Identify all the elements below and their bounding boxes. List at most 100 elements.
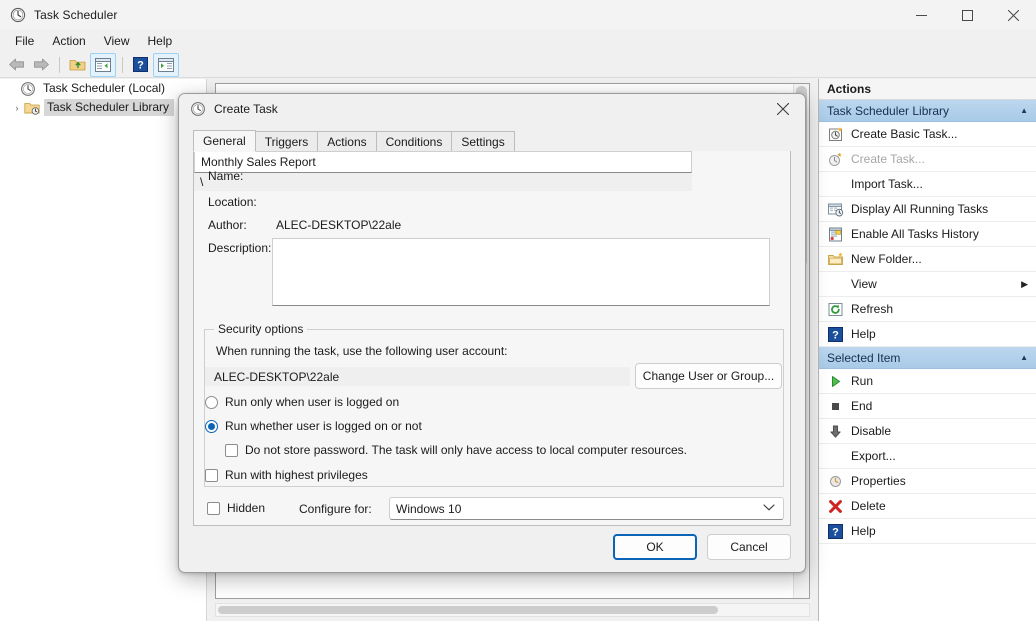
- tab-conditions[interactable]: Conditions: [375, 131, 453, 152]
- tree-item-task-scheduler-library[interactable]: › Task Scheduler Library: [0, 98, 206, 117]
- location-label: Location:: [208, 195, 257, 209]
- name-label: Name:: [208, 169, 244, 183]
- action-import-task[interactable]: Import Task...: [819, 172, 1036, 197]
- action-label: New Folder...: [851, 252, 922, 266]
- tab-general[interactable]: General: [193, 130, 256, 152]
- actions-group-task-scheduler-library[interactable]: Task Scheduler Library ▲: [819, 100, 1036, 122]
- change-user-or-group-button[interactable]: Change User or Group...: [635, 363, 782, 389]
- create-task-dialog: Create Task General Triggers Actions Con…: [178, 93, 806, 573]
- show-hide-action-pane-icon[interactable]: [153, 52, 179, 77]
- actions-pane-header: Actions: [819, 79, 1036, 100]
- action-run[interactable]: Run: [819, 369, 1036, 394]
- chevron-right-icon[interactable]: ›: [10, 103, 24, 113]
- description-value: [273, 239, 769, 247]
- help-icon[interactable]: ?: [128, 54, 152, 76]
- help-icon: ?: [827, 326, 844, 343]
- tab-triggers[interactable]: Triggers: [254, 131, 319, 152]
- actions-group-title: Selected Item: [827, 350, 901, 365]
- content-horizontal-scrollbar[interactable]: [215, 603, 810, 617]
- action-properties[interactable]: Properties: [819, 469, 1036, 494]
- description-textarea[interactable]: [272, 238, 770, 306]
- action-new-folder[interactable]: New Folder...: [819, 247, 1036, 272]
- tab-settings[interactable]: Settings: [451, 131, 515, 152]
- name-input-value: Monthly Sales Report: [201, 155, 316, 169]
- menu-item-help[interactable]: Help: [139, 32, 182, 50]
- menu-item-file[interactable]: File: [6, 32, 43, 50]
- properties-clock-icon: [827, 473, 844, 490]
- action-label: Disable: [851, 424, 892, 438]
- clock-icon: [20, 81, 36, 97]
- help-icon: ?: [827, 523, 844, 540]
- actions-group-selected-item[interactable]: Selected Item ▲: [819, 347, 1036, 369]
- menu-item-view[interactable]: View: [95, 32, 139, 50]
- account-prompt: When running the task, use the following…: [216, 344, 508, 358]
- radio-run-only-when-logged-on[interactable]: Run only when user is logged on: [205, 395, 399, 409]
- action-label: Import Task...: [851, 177, 923, 191]
- checkbox-do-not-store-password[interactable]: Do not store password. The task will onl…: [225, 443, 687, 457]
- tab-page-general: Name: Monthly Sales Report Location: \ A…: [193, 151, 791, 526]
- checkbox-hidden[interactable]: Hidden: [207, 501, 265, 515]
- configure-for-label: Configure for:: [299, 502, 372, 516]
- action-label: Help: [851, 524, 876, 538]
- location-label-row: Location:: [208, 195, 257, 209]
- submenu-arrow-icon: ▶: [1021, 278, 1028, 289]
- forward-arrow-icon[interactable]: [29, 54, 53, 76]
- tree-item-label: Task Scheduler (Local): [43, 81, 166, 95]
- checkbox-label: Hidden: [227, 501, 266, 515]
- close-icon[interactable]: [990, 0, 1036, 30]
- cancel-button[interactable]: Cancel: [707, 534, 791, 560]
- dialog-footer: OK Cancel: [613, 534, 791, 560]
- chevron-up-icon[interactable]: ▲: [1020, 106, 1028, 115]
- tree-item-task-scheduler-local[interactable]: Task Scheduler (Local): [0, 79, 206, 98]
- action-enable-all-tasks-history[interactable]: Enable All Tasks History: [819, 222, 1036, 247]
- security-options-title: Security options: [214, 322, 308, 336]
- action-end[interactable]: End: [819, 394, 1036, 419]
- radio-indicator: [205, 419, 218, 433]
- chevron-down-icon[interactable]: [763, 503, 775, 514]
- maximize-icon[interactable]: [944, 0, 990, 30]
- action-help[interactable]: ? Help: [819, 322, 1036, 347]
- chevron-up-icon[interactable]: ▲: [1020, 353, 1028, 362]
- create-basic-task-icon: [827, 126, 844, 143]
- action-disable[interactable]: Disable: [819, 419, 1036, 444]
- radio-run-whether-logged-on-or-not[interactable]: Run whether user is logged on or not: [205, 419, 422, 433]
- name-input[interactable]: Monthly Sales Report: [194, 151, 692, 173]
- action-delete[interactable]: Delete: [819, 494, 1036, 519]
- action-view[interactable]: View ▶: [819, 272, 1036, 297]
- author-label: Author:: [208, 218, 247, 232]
- action-create-basic-task[interactable]: Create Basic Task...: [819, 122, 1036, 147]
- action-refresh[interactable]: Refresh: [819, 297, 1036, 322]
- description-label-row: Description:: [208, 241, 271, 255]
- action-help-selected[interactable]: ? Help: [819, 519, 1036, 544]
- back-arrow-icon[interactable]: [4, 54, 28, 76]
- location-value: \: [200, 175, 204, 189]
- show-hide-console-tree-icon[interactable]: [90, 52, 116, 77]
- dialog-tabstrip: General Triggers Actions Conditions Sett…: [193, 130, 791, 153]
- disable-down-arrow-icon: [827, 423, 844, 440]
- author-value-row: ALEC-DESKTOP\22ale: [276, 218, 401, 232]
- close-icon[interactable]: [761, 94, 805, 124]
- action-display-all-running-tasks[interactable]: Display All Running Tasks: [819, 197, 1036, 222]
- tab-actions[interactable]: Actions: [317, 131, 377, 152]
- minimize-icon[interactable]: [898, 0, 944, 30]
- action-export[interactable]: Export...: [819, 444, 1036, 469]
- run-play-icon: [827, 373, 844, 390]
- window-controls: [898, 0, 1036, 30]
- checkbox-run-with-highest-privileges[interactable]: Run with highest privileges: [205, 468, 368, 482]
- menu-item-action[interactable]: Action: [43, 32, 94, 50]
- ok-button[interactable]: OK: [613, 534, 697, 560]
- no-icon: [827, 276, 844, 293]
- window-title: Task Scheduler: [34, 8, 118, 22]
- name-label-row: Name:: [208, 169, 243, 183]
- action-label: View: [851, 277, 877, 291]
- delete-x-icon: [827, 498, 844, 515]
- up-folder-icon[interactable]: [65, 54, 89, 76]
- action-create-task: Create Task...: [819, 147, 1036, 172]
- description-label: Description:: [208, 241, 272, 255]
- new-folder-icon: [827, 251, 844, 268]
- content-horizontal-scroll-thumb[interactable]: [218, 606, 718, 614]
- toolbar: ?: [0, 52, 1036, 78]
- action-label: Run: [851, 374, 874, 388]
- actions-pane: Actions Task Scheduler Library ▲ Create …: [818, 79, 1036, 621]
- configure-for-dropdown[interactable]: Windows 10: [389, 497, 784, 520]
